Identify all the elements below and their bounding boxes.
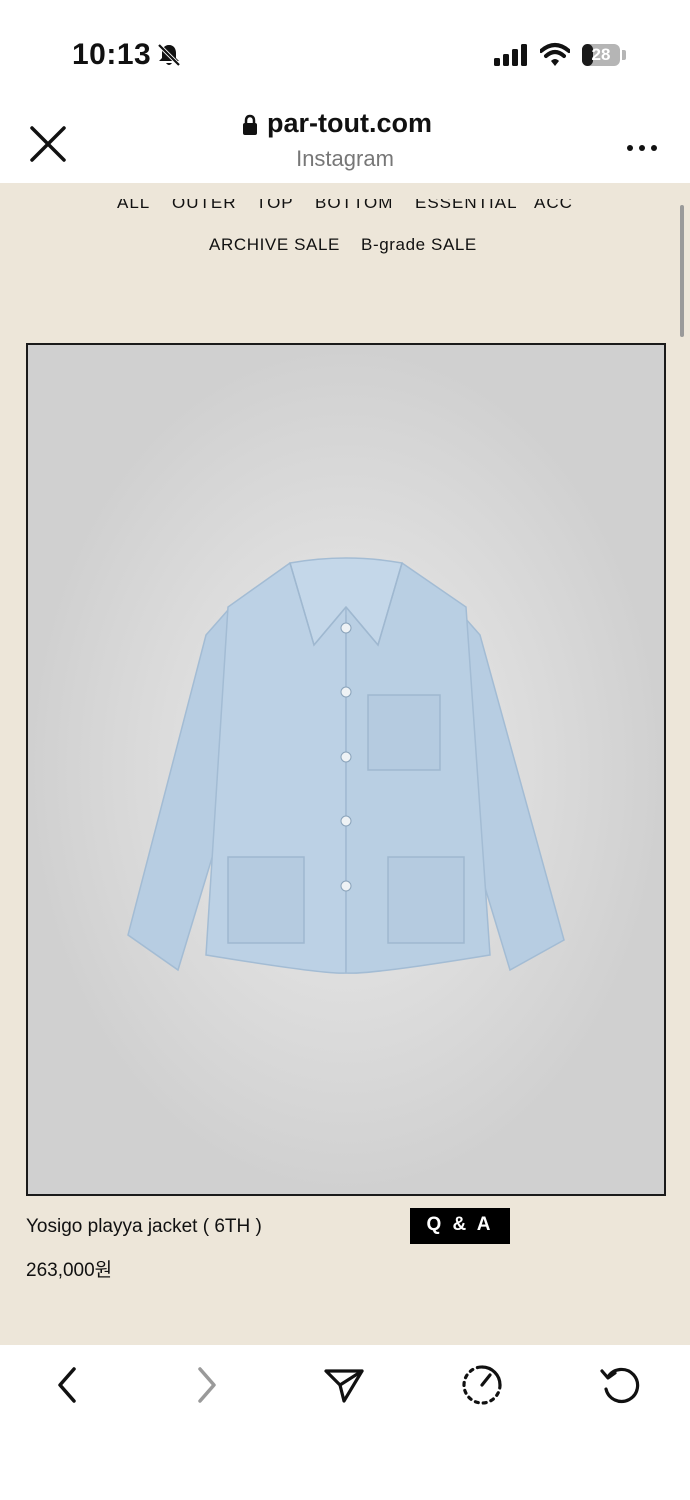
product-name[interactable]: Yosigo playya jacket ( 6TH ) bbox=[26, 1216, 262, 1238]
scrollbar[interactable] bbox=[680, 205, 684, 337]
page-subtitle: Instagram bbox=[296, 146, 394, 171]
timer-icon bbox=[462, 1365, 502, 1405]
product-price: 263,000원 bbox=[26, 1260, 113, 1281]
product-image[interactable] bbox=[26, 343, 666, 1196]
status-bar: 10:13 28 bbox=[0, 0, 690, 100]
timer-button[interactable] bbox=[460, 1363, 504, 1407]
reload-icon bbox=[600, 1367, 640, 1403]
nav-item-top[interactable]: TOP bbox=[256, 199, 294, 213]
battery-percent: 28 bbox=[591, 45, 611, 64]
lock-icon bbox=[242, 114, 258, 141]
back-button[interactable] bbox=[46, 1363, 90, 1407]
status-time: 10:13 bbox=[72, 38, 152, 71]
browser-toolbar bbox=[0, 1345, 690, 1500]
nav-item-acc[interactable]: ACC bbox=[534, 199, 573, 213]
nav-item-bottom[interactable]: BOTTOM bbox=[315, 199, 393, 213]
browser-header: par-tout.com Instagram bbox=[0, 100, 690, 183]
send-icon bbox=[324, 1369, 364, 1403]
forward-icon bbox=[198, 1367, 216, 1403]
nav-item-b-grade-sale[interactable]: B-grade SALE bbox=[361, 235, 477, 255]
more-button[interactable] bbox=[626, 140, 658, 151]
nav-item-outer[interactable]: OUTER bbox=[172, 199, 237, 213]
forward-button[interactable] bbox=[184, 1363, 228, 1407]
reload-button[interactable] bbox=[598, 1363, 642, 1407]
jacket-image bbox=[28, 345, 664, 1194]
page-url[interactable]: par-tout.com bbox=[267, 108, 432, 139]
bell-muted-icon bbox=[156, 42, 182, 73]
nav-item-essential[interactable]: ESSENTIAL bbox=[415, 199, 518, 213]
battery-icon: 28 bbox=[582, 44, 620, 66]
wifi-icon bbox=[539, 42, 571, 73]
cellular-signal-icon bbox=[494, 44, 530, 73]
nav-item-archive-sale[interactable]: ARCHIVE SALE bbox=[209, 235, 340, 255]
page-content: ALL OUTER TOP BOTTOM ESSENTIAL ACC ARCHI… bbox=[0, 183, 690, 1345]
battery-tip bbox=[622, 50, 626, 60]
qa-button[interactable]: Q & A bbox=[410, 1208, 510, 1244]
back-icon bbox=[58, 1367, 76, 1403]
category-nav-primary: ALL OUTER TOP BOTTOM ESSENTIAL ACC bbox=[0, 199, 690, 225]
more-icon bbox=[627, 145, 657, 151]
send-button[interactable] bbox=[322, 1363, 366, 1407]
nav-item-all[interactable]: ALL bbox=[117, 199, 150, 213]
